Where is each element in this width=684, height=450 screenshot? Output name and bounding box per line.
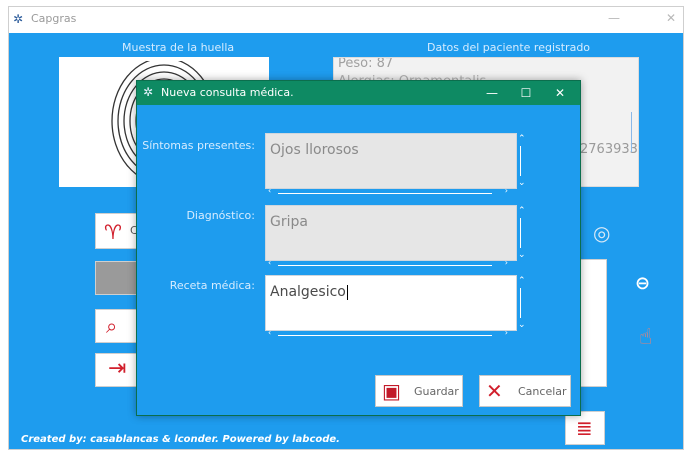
patient-scrollbar[interactable] [631,112,632,152]
exit-icon: ⇥ [108,356,127,381]
dialog-close-button[interactable]: ✕ [547,83,573,103]
diagnosis-hscroll[interactable]: ‹ › [268,258,508,270]
prescription-text: Analgesico [270,284,346,300]
fingerprint-section-label: Muestra de la huella [122,41,235,54]
diagnosis-value: Gripa [270,214,308,230]
dialog-title: Nueva consulta médica. [161,86,294,99]
symptoms-textarea[interactable]: Ojos llorosos ⌃ ⌄ ‹ › [265,133,526,195]
diagnosis-textarea[interactable]: Gripa ⌃ ⌄ ‹ › [265,205,526,267]
footer-credits: Created by: casablancas & lconder. Power… [21,434,340,445]
symptoms-vscroll[interactable]: ⌃ ⌄ [518,134,526,188]
prescription-textarea[interactable]: Analgesico ⌃ ⌄ ‹ › [265,275,526,337]
database-button[interactable]: ≣ [565,411,605,445]
main-window-title: Capgras [31,12,77,25]
symptoms-label: Síntomas presentes: [142,139,255,152]
floppy-disk-icon: ▣ [382,379,401,403]
diagnosis-vscroll[interactable]: ⌃ ⌄ [518,206,526,260]
x-icon: ✕ [486,379,503,403]
main-titlebar: ✲ Capgras — ✕ [9,7,683,33]
new-consult-dialog: ✲ Nueva consulta médica. — ☐ ✕ Síntomas … [136,80,581,416]
fingerprint-search-icon: ⌕ [106,314,118,338]
symptoms-value: Ojos llorosos [270,142,359,158]
dialog-maximize-button[interactable]: ☐ [513,83,539,103]
cancel-button-label: Cancelar [518,385,567,398]
save-button-label: Guardar [414,385,459,398]
symptoms-hscroll[interactable]: ‹ › [268,186,508,198]
prescription-vscroll[interactable]: ⌃ ⌄ [518,276,526,330]
cancel-button[interactable]: ✕ Cancelar [479,375,571,407]
hand-pointer-icon[interactable]: ☝ [639,325,652,350]
patient-weight: Peso: 87 [338,57,394,71]
text-caret [346,284,348,300]
app-fingerprint-icon: ✲ [13,12,24,26]
stethoscope-icon: ♈ [104,220,122,244]
prescription-label: Receta médica: [169,279,255,292]
dialog-app-icon: ✲ [143,85,154,99]
database-icon: ≣ [576,416,593,440]
patient-section-label: Datos del paciente registrado [427,41,591,54]
diagnosis-label: Diagnóstico: [186,209,255,222]
dialog-minimize-button[interactable]: — [479,83,505,103]
link-icon[interactable]: ⊖ [635,273,650,294]
close-button[interactable]: ✕ [661,10,681,28]
prescription-hscroll[interactable]: ‹ › [268,328,508,340]
prescription-value: Analgesico [270,284,348,300]
fingerprint-small-icon: ◎ [593,221,611,245]
minimize-button[interactable]: — [601,10,627,28]
save-button[interactable]: ▣ Guardar [375,375,463,407]
right-panel [577,259,607,387]
dialog-titlebar: ✲ Nueva consulta médica. — ☐ ✕ [137,81,580,105]
